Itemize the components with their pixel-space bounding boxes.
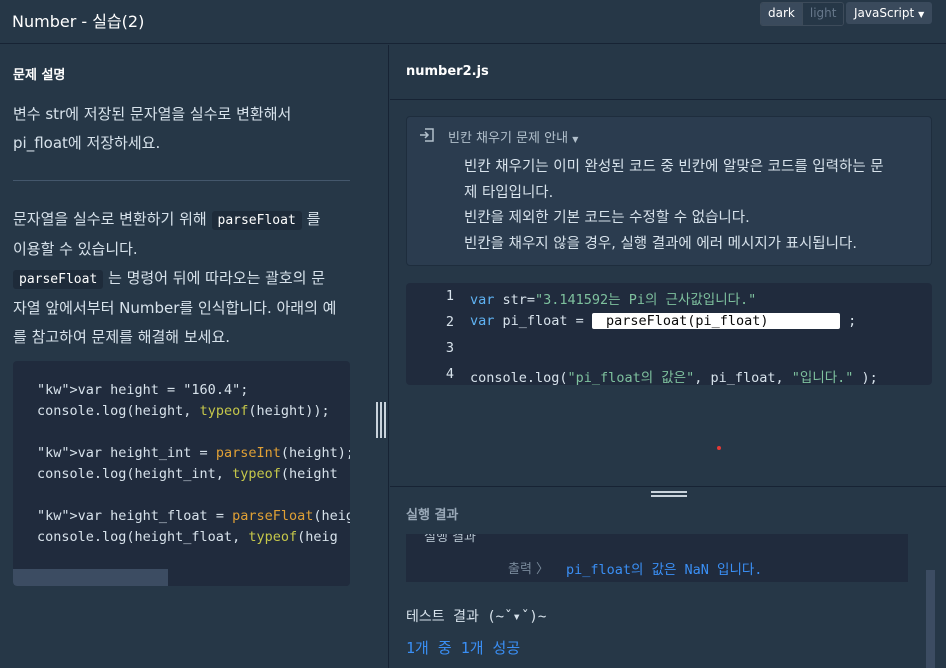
page-title: Number - 실습(2) [12, 12, 145, 31]
test-result-title: 테스트 결과 (~ˇ▾ˇ)~ [406, 609, 547, 625]
body-line: 자열 앞에서부터 Number를 인식합니다. 아래의 예 [13, 299, 337, 317]
guide-line: 빈칸을 제외한 기본 코드는 수정할 수 없습니다. [464, 210, 750, 226]
divider [13, 180, 350, 181]
body-line: parseFloat 는 명령어 뒤에 따라오는 괄호의 문 [13, 264, 350, 294]
code-scrollbar-thumb[interactable] [13, 569, 168, 586]
blank-input[interactable]: parseFloat(pi_float) [591, 313, 840, 329]
example-code-line: console.log(height_int, typeof(height [37, 466, 338, 482]
panel-splitter[interactable] [364, 45, 389, 668]
code-text: , pi_float, [694, 370, 792, 385]
body-line: 문자열을 실수로 변환하기 위해 parseFloat 를 [13, 205, 350, 235]
code-line: var str="3.141592는 Pi의 근사값입니다." [470, 288, 756, 308]
test-pass-count: 1개 중 1개 성공 [406, 639, 521, 657]
guide-line: 빈칸 채우기는 이미 완성된 코드 중 빈칸에 알맞은 코드를 입력하는 문 [464, 159, 884, 175]
line-number: 2 [445, 314, 454, 330]
code-text: console.log( [470, 370, 568, 385]
example-code-line: "kw">var height = "160.4"; [37, 382, 249, 398]
caret-down-icon: ▼ [572, 135, 579, 144]
guide-toggle[interactable]: 빈칸 채우기 문제 안내 ▼ [448, 127, 578, 146]
code-text: str= [494, 292, 536, 308]
chevron-down-icon: ▼ [918, 10, 925, 19]
guide-title: 빈칸 채우기 문제 안내 [448, 131, 569, 146]
language-label: JavaScript [854, 6, 915, 20]
output-value: pi_float의 값은 NaN 입니다. [566, 562, 763, 578]
problem-body: 문자열을 실수로 변환하기 위해 parseFloat 를 이용할 수 있습니다… [13, 205, 350, 352]
body-line: 를 참고하여 문제를 해결해 보세요. [13, 328, 231, 346]
result-title: 실행 결과 [406, 508, 459, 523]
code-text: ); [853, 370, 878, 385]
code-string: "pi_float의 값은" [567, 370, 695, 385]
example-code-line: "kw">var height_float = parseFloat(heigh… [37, 508, 350, 524]
editor-panel: number2.js 빈칸 채우기 문제 안내 ▼ 빈칸 채우기는 이미 완성된… [390, 45, 946, 668]
description-line: pi_float에 저장하세요. [13, 134, 161, 152]
code-line: var pi_float = parseFloat(pi_float) ; [470, 313, 856, 329]
code-text: ; [839, 313, 857, 329]
problem-description: 변수 str에 저장된 문자열을 실수로 변환해서 pi_float에 저장하세… [13, 100, 348, 158]
code-string: "입니다." [791, 370, 854, 385]
problem-panel: 문제 설명 변수 str에 저장된 문자열을 실수로 변환해서 pi_float… [0, 45, 364, 668]
language-select[interactable]: JavaScript ▼ [846, 2, 932, 24]
result-heading: 실행 결과 [424, 534, 476, 545]
code-string: "3.141592는 Pi의 근사값입니다." [535, 292, 757, 308]
code-scrollbar[interactable] [13, 569, 350, 586]
divider [390, 99, 946, 100]
guide-body: 빈칸 채우기는 이미 완성된 코드 중 빈칸에 알맞은 코드를 입력하는 문 제… [464, 155, 924, 257]
body-text: 를 [306, 210, 321, 228]
drag-handle-icon[interactable] [651, 491, 687, 501]
file-name: number2.js [406, 64, 489, 79]
theme-toggle[interactable]: dark light [760, 2, 845, 26]
example-code-block: "kw">var height = "160.4"; console.log(h… [13, 361, 350, 586]
theme-light-button[interactable]: light [801, 3, 844, 25]
body-line: 이용할 수 있습니다. [13, 240, 138, 258]
code-line: console.log("pi_float의 값은", pi_float, "입… [470, 366, 878, 385]
result-output: 실행 결과 출력 〉 pi_float의 값은 NaN 입니다. [406, 534, 908, 582]
drag-handle-icon[interactable] [376, 402, 386, 438]
inline-code: parseFloat [13, 270, 104, 289]
code-keyword: var [470, 292, 495, 308]
header: Number - 실습(2) dark light JavaScript ▼ [0, 0, 946, 44]
guide-line: 제 타입입니다. [464, 184, 554, 201]
body-text: 는 명령어 뒤에 따라오는 괄호의 문 [108, 269, 326, 287]
code-editor[interactable]: 1 2 3 4 var str="3.141592는 Pi의 근사값입니다." … [406, 283, 932, 385]
example-code: "kw">var height = "160.4"; console.log(h… [37, 380, 350, 548]
inline-code: parseFloat [211, 211, 302, 230]
line-number: 3 [445, 340, 454, 356]
line-number: 4 [445, 366, 454, 382]
result-splitter[interactable] [390, 486, 946, 501]
code-keyword: var [470, 313, 495, 329]
enter-icon [420, 128, 434, 142]
fill-blank-guide: 빈칸 채우기 문제 안내 ▼ 빈칸 채우기는 이미 완성된 코드 중 빈칸에 알… [406, 116, 932, 266]
problem-section-title: 문제 설명 [13, 68, 66, 83]
line-number: 1 [445, 288, 454, 304]
cursor-dot [717, 446, 721, 450]
example-code-line: console.log(height, typeof(height)); [37, 403, 330, 419]
theme-dark-button[interactable]: dark [761, 3, 802, 25]
guide-line: 빈칸을 채우지 않을 경우, 실행 결과에 에러 메시지가 표시됩니다. [464, 235, 857, 252]
description-line: 변수 str에 저장된 문자열을 실수로 변환해서 [13, 105, 292, 123]
body-text: 문자열을 실수로 변환하기 위해 [13, 210, 207, 228]
example-code-line: "kw">var height_int = parseInt(height); [37, 445, 350, 461]
result-scrollbar[interactable] [926, 570, 935, 668]
code-text: pi_float = [494, 313, 592, 329]
example-code-line: console.log(height_float, typeof(heig [37, 529, 338, 545]
output-label: 출력 〉 [508, 562, 550, 577]
